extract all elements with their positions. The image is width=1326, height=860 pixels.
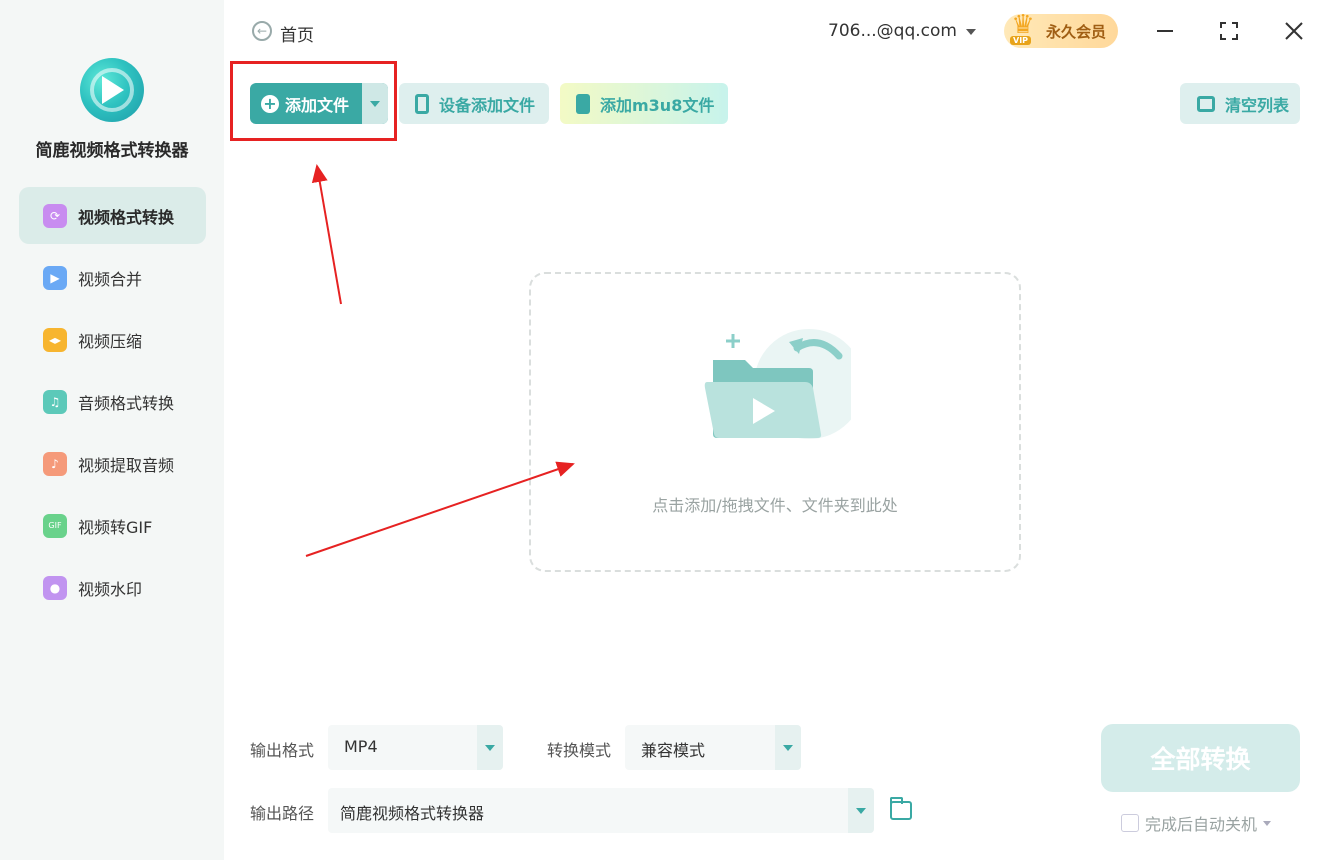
chevron-down-icon[interactable] (1263, 820, 1272, 826)
output-path-dropdown[interactable] (848, 788, 874, 833)
shutdown-label: 完成后自动关机 (1145, 815, 1258, 834)
chevron-down-icon (485, 744, 495, 751)
output-path-value: 简鹿视频格式转换器 (340, 804, 485, 823)
convert-mode-select[interactable]: 兼容模式 (625, 725, 801, 770)
output-format-dropdown[interactable] (477, 725, 503, 770)
output-format-value: MP4 (344, 737, 378, 756)
convert-mode-label: 转换模式 (547, 741, 612, 760)
convert-all-button[interactable]: 全部转换 (1101, 724, 1300, 792)
chevron-down-icon (856, 807, 866, 814)
shutdown-after-toggle[interactable]: 完成后自动关机 (1121, 811, 1272, 835)
shutdown-checkbox[interactable] (1121, 814, 1139, 832)
convert-mode-dropdown[interactable] (775, 725, 801, 770)
annotation-arrow (305, 461, 575, 557)
chevron-down-icon (783, 744, 793, 751)
output-format-label: 输出格式 (250, 741, 315, 760)
output-path-select[interactable]: 简鹿视频格式转换器 (328, 788, 874, 833)
output-format-select[interactable]: MP4 (328, 725, 503, 770)
open-folder-icon[interactable] (890, 797, 912, 820)
convert-mode-value: 兼容模式 (641, 741, 706, 760)
output-path-label: 输出路径 (250, 804, 315, 823)
annotation-arrow (311, 164, 342, 305)
